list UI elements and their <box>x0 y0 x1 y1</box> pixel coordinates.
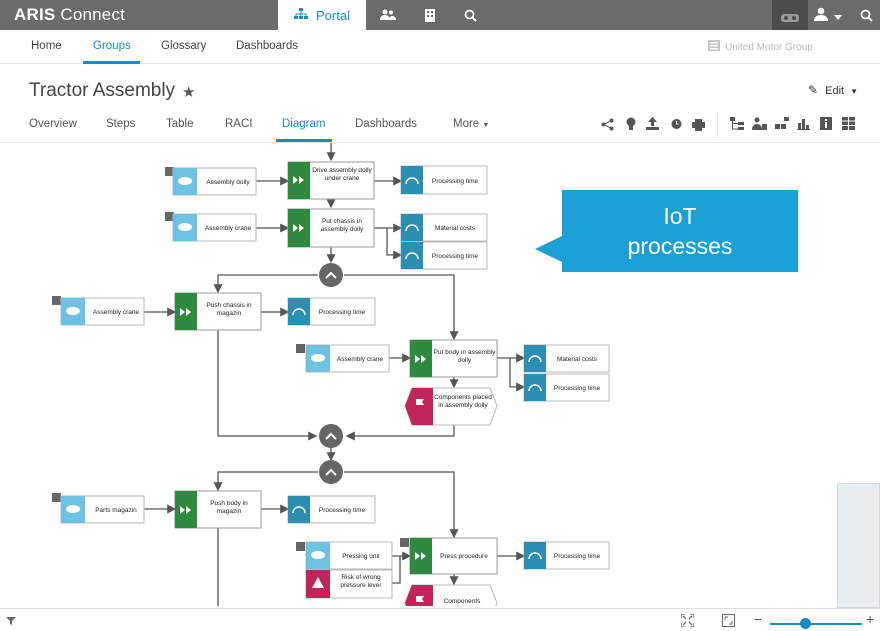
fullscreen-icon[interactable] <box>722 614 735 630</box>
process-diagram[interactable]: Assembly dolly Assembly crane Assembly c… <box>0 143 880 606</box>
print-icon[interactable] <box>692 118 705 136</box>
label-kpi-k1: Processing time <box>432 178 479 185</box>
vr-button[interactable] <box>772 0 808 30</box>
alarm-icon[interactable] <box>670 117 683 135</box>
user-icon <box>814 7 828 24</box>
label-function-f6: Press procedure <box>440 553 488 560</box>
edit-label: Edit <box>825 85 845 97</box>
callout-line-2: processes <box>627 233 733 259</box>
share-icon[interactable] <box>601 118 614 136</box>
caret-down-icon: ▼ <box>850 87 859 96</box>
search-icon[interactable] <box>850 0 880 30</box>
zoom-out-button[interactable]: − <box>754 611 762 627</box>
bar-chart-icon[interactable] <box>797 117 810 135</box>
vr-icon <box>781 10 799 28</box>
main-nav: Home Groups Glossary Dashboards United M… <box>0 30 880 64</box>
network-icon[interactable] <box>775 117 789 135</box>
top-bar: ARIS Connect Portal <box>0 0 880 30</box>
caret-down-icon: ▼ <box>482 122 490 129</box>
label-object-o1: Assembly dolly <box>206 179 250 186</box>
search-icon[interactable] <box>454 0 486 30</box>
portal-tab[interactable]: Portal <box>278 0 366 30</box>
toolbar-separator <box>717 113 718 137</box>
tab-table[interactable]: Table <box>166 118 194 130</box>
label-event-e2: Components <box>444 598 482 605</box>
label-object-o2: Assembly crane <box>205 225 252 232</box>
tab-diagram[interactable]: Diagram <box>282 118 325 130</box>
nav-active-indicator <box>83 61 140 64</box>
label-kpi-k2: Material costs <box>435 225 476 232</box>
callout-line-1: IoT <box>663 203 697 229</box>
label-kpi-k8: Processing time <box>554 553 601 560</box>
label-risk1-wrap: Risk of wrong pressure lever <box>340 574 382 589</box>
app-brand[interactable]: ARIS Connect <box>14 5 125 25</box>
label-function-f5-wrap: Push body in magazin <box>210 500 248 515</box>
label-kpi-k7: Processing time <box>319 507 366 514</box>
building-icon[interactable] <box>414 0 446 30</box>
tab-more[interactable]: More ▼ <box>453 118 489 130</box>
callout-pointer <box>535 236 562 262</box>
zoom-slider-handle[interactable] <box>800 618 811 629</box>
company-name: United Motor Group <box>725 41 813 53</box>
label-object-o4: Assembly crane <box>337 356 384 363</box>
page-title: Tractor Assembly <box>29 80 176 101</box>
portal-label: Portal <box>316 7 350 23</box>
label-function-f1-wrap: Drive assembly dolly under crane <box>312 167 372 182</box>
tab-overview[interactable]: Overview <box>29 118 77 130</box>
hierarchy-icon[interactable] <box>730 117 744 135</box>
upload-icon[interactable] <box>646 117 659 135</box>
zoom-in-button[interactable]: + <box>866 611 874 627</box>
filter-icon[interactable] <box>6 616 16 628</box>
chevron-down-icon <box>834 7 842 23</box>
label-function-f3-wrap: Push chassis in magazin <box>206 302 252 317</box>
label-event-e1: Components placed in assembly dolly <box>434 394 492 409</box>
favorite-star-icon[interactable]: ★ <box>182 83 195 101</box>
label-function-f1: Drive assembly dolly under crane <box>312 167 372 182</box>
label-kpi-k4: Processing time <box>319 309 366 316</box>
info-icon[interactable] <box>820 117 832 135</box>
label-function-f2-wrap: Put chassis in assembly dolly <box>320 218 364 233</box>
label-kpi-k6: Processing time <box>554 385 601 392</box>
company-selector[interactable]: United Motor Group <box>708 40 813 54</box>
label-event-e1-wrap: Components placed in assembly dolly <box>434 394 492 409</box>
nav-dashboards[interactable]: Dashboards <box>236 40 298 52</box>
building-icon <box>708 40 720 54</box>
zoom-slider-track[interactable] <box>770 623 862 625</box>
label-function-f4-wrap: Put body in assembly dolly <box>433 349 496 364</box>
label-kpi-k5: Material costs <box>557 356 598 363</box>
tab-dashboards[interactable]: Dashboards <box>355 118 417 130</box>
fit-screen-icon[interactable] <box>680 613 695 630</box>
sitemap-icon <box>294 7 309 23</box>
user-group-icon[interactable] <box>752 117 767 135</box>
label-object-o3: Assembly crane <box>93 309 140 316</box>
label-object-o5: Parts magazin <box>95 507 137 514</box>
label-function-f2: Put chassis in assembly dolly <box>320 218 364 233</box>
label-function-f4: Put body in assembly dolly <box>433 349 496 364</box>
user-menu[interactable] <box>808 0 848 30</box>
label-function-f5: Push body in magazin <box>210 500 248 515</box>
minimap-panel[interactable] <box>837 483 880 608</box>
label-object-o6: Pressing unit <box>342 553 380 560</box>
tab-steps[interactable]: Steps <box>106 118 135 130</box>
pencil-icon: ✎ <box>808 83 819 97</box>
label-kpi-k3: Processing time <box>432 253 479 260</box>
lightbulb-icon[interactable] <box>626 117 636 136</box>
label-function-f3: Push chassis in magazin <box>206 302 252 317</box>
users-icon[interactable] <box>372 0 404 30</box>
edit-button[interactable]: ✎ Edit ▼ <box>808 83 858 97</box>
nav-glossary[interactable]: Glossary <box>161 40 206 52</box>
nav-home[interactable]: Home <box>31 40 62 52</box>
table-icon[interactable] <box>842 117 855 135</box>
label-risk1: Risk of wrong pressure lever <box>340 574 382 589</box>
bottom-toolbar: − + <box>0 608 880 631</box>
nav-groups[interactable]: Groups <box>93 40 131 52</box>
tab-raci[interactable]: RACI <box>225 118 252 130</box>
iot-callout: IoT processes <box>562 190 798 272</box>
